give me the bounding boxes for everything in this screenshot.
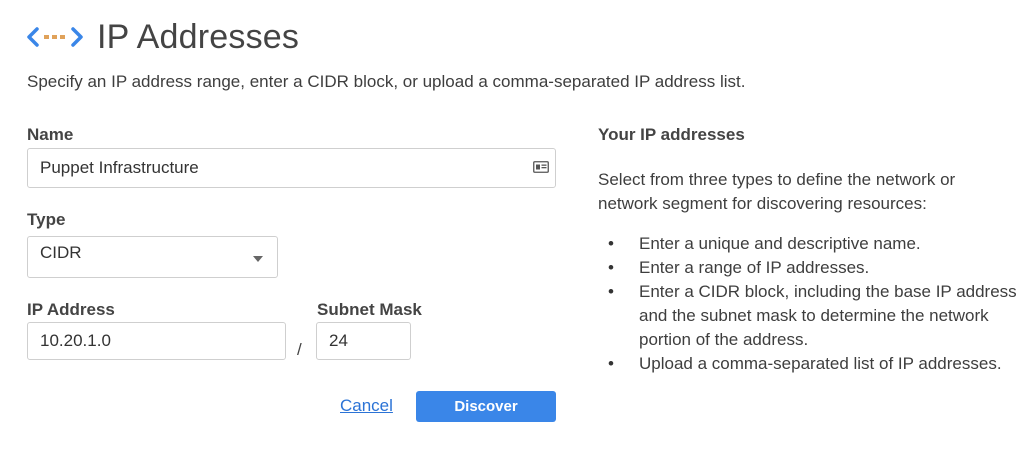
- name-label: Name: [27, 125, 74, 144]
- help-list-item: Enter a range of IP addresses.: [608, 256, 1018, 280]
- page-header: IP Addresses: [27, 14, 299, 60]
- page-description: Specify an IP address range, enter a CID…: [27, 72, 746, 91]
- help-list-item: Enter a unique and descriptive name.: [608, 232, 1018, 256]
- help-list-item: Upload a comma-separated list of IP addr…: [608, 352, 1018, 376]
- page-title: IP Addresses: [97, 17, 300, 56]
- ip-address-label: IP Address: [27, 300, 115, 319]
- contact-card-icon: [533, 161, 549, 173]
- ip-address-input[interactable]: 10.20.1.0: [27, 322, 286, 360]
- network-brackets-icon: [27, 27, 83, 47]
- ip-address-value: 10.20.1.0: [40, 331, 111, 350]
- cancel-link[interactable]: Cancel: [340, 396, 393, 416]
- help-intro: Select from three types to define the ne…: [598, 170, 956, 213]
- help-list: Enter a unique and descriptive name. Ent…: [598, 232, 1018, 376]
- name-input-value: Puppet Infrastructure: [40, 158, 199, 177]
- subnet-mask-input[interactable]: 24: [316, 322, 411, 360]
- help-list-item: Enter a CIDR block, including the base I…: [608, 280, 1018, 352]
- help-title: Your IP addresses: [598, 125, 745, 144]
- caret-down-icon: [253, 256, 263, 262]
- ip-subnet-separator: /: [297, 340, 302, 359]
- discover-button[interactable]: Discover: [416, 391, 556, 422]
- type-select[interactable]: CIDR: [27, 236, 278, 278]
- subnet-mask-value: 24: [329, 331, 348, 350]
- type-label: Type: [27, 210, 66, 229]
- type-select-value: CIDR: [40, 243, 82, 262]
- name-input[interactable]: Puppet Infrastructure: [27, 148, 556, 188]
- subnet-mask-label: Subnet Mask: [317, 300, 422, 319]
